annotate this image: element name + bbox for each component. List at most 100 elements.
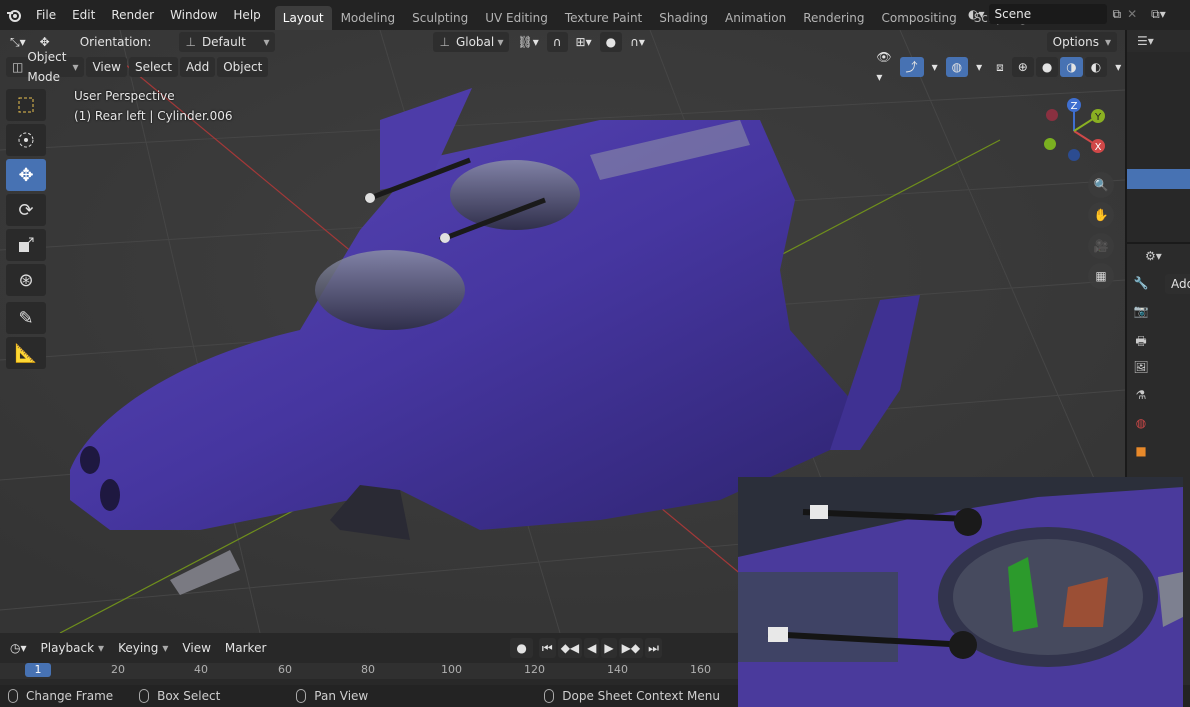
workspace-tabs: Layout Modeling Sculpting UV Editing Tex… <box>274 0 1067 30</box>
options-dropdown[interactable]: Options ▾ <box>1046 32 1117 52</box>
camera-view-icon[interactable]: 🎥 <box>1088 233 1114 259</box>
menu-file[interactable]: File <box>28 4 64 26</box>
tab-compositing[interactable]: Compositing <box>873 6 964 30</box>
overlay-toggle-icon[interactable]: ◍ <box>945 57 969 77</box>
menu-select[interactable]: Select <box>128 57 178 77</box>
falloff-icon[interactable]: ∩▾ <box>624 32 651 52</box>
navigation-gizmo[interactable]: Z X Y <box>1038 93 1118 173</box>
frame-ruler[interactable]: 1 20 40 60 80 100 120 140 160 <box>0 663 740 679</box>
gizmo-toggle-icon[interactable]: ⤴ <box>899 57 924 77</box>
tab-layout[interactable]: Layout <box>274 6 332 30</box>
snap-target-icon[interactable]: ⊞▾ <box>570 32 598 52</box>
scene-selector: ◐▾ Scene ⧉ ✕ ⧉▾ <box>968 3 1190 25</box>
material-shading-icon[interactable]: ◑ <box>1060 57 1083 77</box>
menu-window[interactable]: Window <box>162 4 225 26</box>
menu-help[interactable]: Help <box>225 4 268 26</box>
visibility-icon[interactable]: 👁▾ <box>870 50 897 84</box>
ruler-tick: 120 <box>524 663 545 676</box>
orientation-axes-icon: ⊥ <box>185 35 196 49</box>
status-box-select: Box Select <box>131 689 220 703</box>
output-properties-icon[interactable]: 🖶 <box>1127 332 1155 360</box>
menu-add[interactable]: Add <box>179 57 216 77</box>
zoom-icon[interactable]: 🔍 <box>1088 172 1114 198</box>
outliner-selected-row[interactable] <box>1127 169 1190 189</box>
tool-properties-icon[interactable]: 🔧 <box>1127 276 1155 304</box>
tab-modeling[interactable]: Modeling <box>333 6 404 30</box>
render-properties-icon[interactable]: 📷 <box>1127 304 1155 332</box>
options-label: Options <box>1052 35 1099 49</box>
tab-uv-editing[interactable]: UV Editing <box>477 6 556 30</box>
jump-end-icon[interactable]: ⏭ <box>645 638 662 658</box>
jump-start-icon[interactable]: ⏮ <box>538 638 556 658</box>
add-modifier-button[interactable]: Add <box>1165 274 1190 294</box>
xray-toggle-icon[interactable]: ⧈ <box>990 57 1010 77</box>
delete-scene-icon[interactable]: ✕ <box>1127 7 1137 21</box>
view-layer-icon[interactable]: ⧉▾ <box>1151 7 1166 22</box>
orientation-dropdown[interactable]: ⊥ Default ▾ <box>179 32 276 52</box>
chevron-down-icon: ▾ <box>1104 35 1111 49</box>
next-keyframe-icon[interactable]: ▶◆ <box>618 638 644 658</box>
blender-logo-icon[interactable] <box>0 0 28 30</box>
menu-object[interactable]: Object <box>217 57 269 77</box>
mode-dropdown[interactable]: ◫ Object Mode ▾ <box>6 50 85 84</box>
view-layer-properties-icon[interactable]: 🖼 <box>1127 360 1155 388</box>
proportional-edit-icon[interactable]: ● <box>599 32 623 52</box>
scene-properties-icon[interactable]: ⚗ <box>1127 388 1155 416</box>
ruler-tick: 60 <box>278 663 292 676</box>
timeline-header: ◷▾ Playback ▾ Keying ▾ View Marker ● ⏮ ◆◀ … <box>0 637 740 659</box>
playback-menu[interactable]: Playback ▾ <box>35 638 111 658</box>
move-tool-icon[interactable]: ✥ <box>6 159 46 191</box>
gizmo-options-icon[interactable]: ▾ <box>926 57 944 77</box>
object-mode-icon: ◫ <box>12 60 24 74</box>
transform-space-value: Global <box>455 35 495 49</box>
measure-tool-icon[interactable]: 📐 <box>6 337 46 369</box>
menu-view[interactable]: View <box>86 57 127 77</box>
timeline-marker-menu[interactable]: Marker <box>219 638 272 658</box>
tab-shading[interactable]: Shading <box>651 6 716 30</box>
rotate-tool-icon[interactable]: ⟳ <box>6 194 46 226</box>
prev-keyframe-icon[interactable]: ◆◀ <box>557 638 583 658</box>
status-box-select-label: Box Select <box>157 689 221 703</box>
transform-space-dropdown[interactable]: ⊥ Global ▾ <box>433 32 510 52</box>
properties-editor-icon[interactable]: ⚙▾ <box>1145 249 1162 263</box>
shading-options-icon[interactable]: ▾ <box>1109 57 1125 77</box>
world-properties-icon[interactable]: ◍ <box>1127 416 1155 444</box>
outliner-display-mode-icon[interactable]: ☰▾ <box>1137 34 1154 48</box>
tab-texture-paint[interactable]: Texture Paint <box>557 6 650 30</box>
ruler-tick: 40 <box>194 663 208 676</box>
tab-rendering[interactable]: Rendering <box>795 6 872 30</box>
tab-animation[interactable]: Animation <box>717 6 794 30</box>
right-mouse-icon <box>544 689 555 703</box>
playback-label: Playback <box>40 641 95 655</box>
rendered-shading-icon[interactable]: ◐ <box>1084 57 1108 77</box>
status-context-menu-label: Dope Sheet Context Menu <box>562 689 720 703</box>
record-button-icon[interactable]: ● <box>510 638 533 658</box>
pivot-point-icon[interactable]: ⛓▾ <box>511 32 544 52</box>
keying-menu[interactable]: Keying ▾ <box>112 638 174 658</box>
play-reverse-icon[interactable]: ◀ <box>584 638 600 658</box>
tab-sculpting[interactable]: Sculpting <box>404 6 476 30</box>
scale-tool-icon[interactable] <box>6 229 46 261</box>
ortho-grid-icon[interactable]: ▦ <box>1088 263 1114 289</box>
current-frame-indicator[interactable]: 1 <box>25 663 51 677</box>
annotate-tool-icon[interactable]: ✎ <box>6 302 46 334</box>
timeline-view-menu[interactable]: View <box>176 638 216 658</box>
timeline-editor-type-icon[interactable]: ◷▾ <box>4 638 33 658</box>
snap-toggle-icon[interactable]: ∩ <box>546 32 568 52</box>
solid-shading-icon[interactable]: ● <box>1035 57 1059 77</box>
play-icon[interactable]: ▶ <box>601 638 617 658</box>
scene-name-field[interactable]: Scene <box>988 4 1107 24</box>
new-scene-icon[interactable]: ⧉ <box>1113 7 1122 22</box>
menu-render[interactable]: Render <box>103 4 162 26</box>
pan-hand-icon[interactable]: ✋ <box>1088 202 1114 228</box>
overlay-options-icon[interactable]: ▾ <box>970 57 988 77</box>
wireframe-shading-icon[interactable]: ⊕ <box>1011 57 1034 77</box>
object-properties-icon[interactable]: ■ <box>1127 444 1155 472</box>
cursor-tool-icon[interactable] <box>6 124 46 156</box>
menu-edit[interactable]: Edit <box>64 4 103 26</box>
viewport-perspective-label: User Perspective <box>74 89 175 103</box>
select-box-tool-icon[interactable] <box>6 89 46 121</box>
tool-shelf: ✥ ⟳ ⊛ ✎ 📐 <box>6 89 46 372</box>
scene-icon[interactable]: ◐▾ <box>968 7 985 21</box>
transform-tool-icon[interactable]: ⊛ <box>6 264 46 296</box>
